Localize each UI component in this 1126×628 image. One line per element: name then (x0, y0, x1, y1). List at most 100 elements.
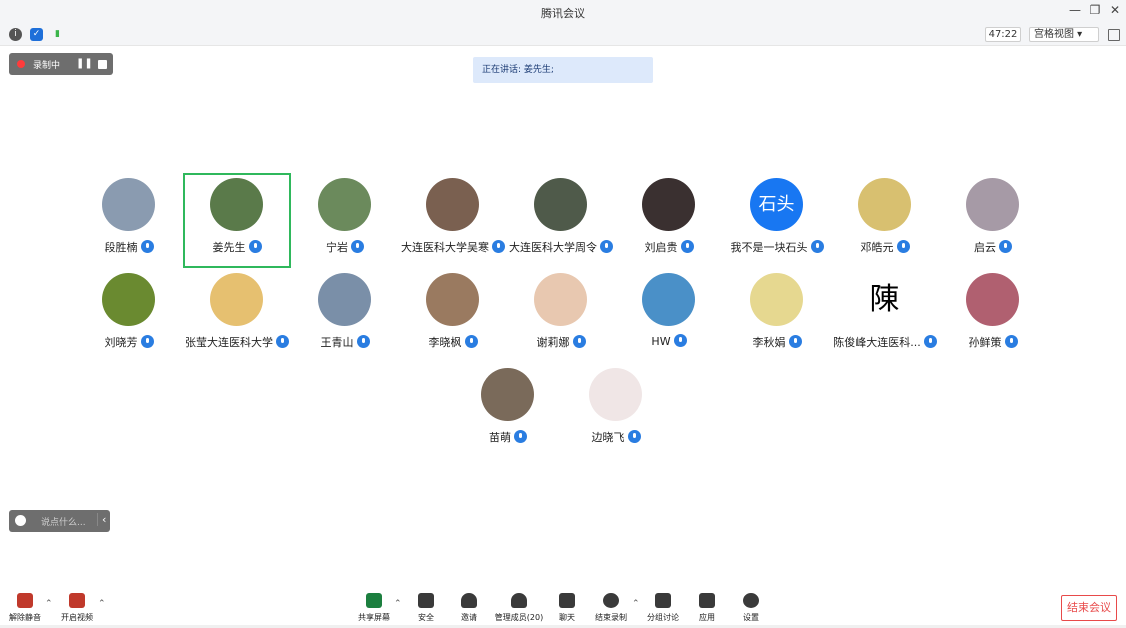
title-bar: 腾讯会议 — ❐ ✕ (0, 0, 1126, 24)
avatar (750, 273, 803, 326)
avatar (102, 273, 155, 326)
mic-icon (673, 334, 687, 347)
shield-icon[interactable]: ✓ (30, 28, 43, 41)
stop-recording-icon[interactable] (98, 60, 107, 69)
grid-view-button[interactable]: 宫格视图 ▾ (1029, 27, 1099, 42)
meeting-timer: 47:22 (985, 27, 1021, 42)
participant-name-text: 宁岩 (326, 241, 348, 254)
participant-tile[interactable]: 段胜楠 (75, 173, 183, 268)
video-options-caret[interactable]: ⌃ (98, 599, 106, 609)
mic-icon (276, 335, 289, 348)
participant-tile[interactable]: 陳陈俊峰大连医科... (831, 268, 939, 363)
participant-name-text: 王青山 (320, 336, 354, 349)
info-icon[interactable]: i (9, 28, 22, 41)
top-toolbar: i ✓ ▮ 47:22 宫格视图 ▾ (0, 24, 1126, 46)
collapse-chat-icon[interactable]: ‹ (97, 513, 106, 526)
avatar (426, 273, 479, 326)
participant-tile[interactable]: 李秋娟 (723, 268, 831, 363)
avatar (102, 178, 155, 231)
participant-name-text: 苗萌 (489, 431, 511, 444)
unmute-button[interactable]: 解除静音 (0, 593, 50, 623)
breakout-icon (655, 593, 671, 608)
recording-dot-icon (17, 60, 25, 68)
participant-tile[interactable]: HW (615, 268, 723, 363)
participant-tile[interactable]: 谢莉娜 (507, 268, 615, 363)
participant-name-text: HW (651, 335, 671, 348)
share-screen-button[interactable]: 共享屏幕 (349, 593, 399, 623)
mic-icon (600, 240, 613, 253)
participant-name-text: 段胜楠 (104, 241, 138, 254)
chat-button[interactable]: 聊天 (542, 593, 592, 623)
participant-name-text: 邓皓元 (860, 241, 894, 254)
mic-icon (356, 335, 370, 348)
manage-members-button[interactable]: 管理成员(20) (494, 593, 544, 623)
fullscreen-icon[interactable] (1108, 29, 1120, 41)
bottom-bar: 解除静音 ⌃ 开启视频 ⌃ 共享屏幕 ⌃ 安全 邀请 管理成员(20) 聊天 结… (0, 585, 1126, 628)
participant-name: 邓皓元 (831, 239, 939, 255)
invite-icon (461, 593, 477, 608)
avatar (534, 273, 587, 326)
minimize-icon[interactable]: — (1066, 3, 1084, 17)
participant-tile[interactable]: 姜先生 (183, 173, 291, 268)
avatar (966, 178, 1019, 231)
signal-icon[interactable]: ▮ (51, 28, 64, 41)
participant-tile[interactable]: 王青山 (291, 268, 399, 363)
participant-tile[interactable]: 孙鲜策 (939, 268, 1047, 363)
recording-label: 录制中 (33, 61, 61, 71)
emoji-icon[interactable] (15, 515, 26, 526)
end-recording-button[interactable]: 结束录制 (586, 593, 636, 623)
mic-icon (572, 335, 586, 348)
pause-recording-icon[interactable]: ❚❚ (76, 58, 93, 69)
participant-name: 陈俊峰大连医科... (831, 334, 939, 350)
participant-name-text: 李晓枫 (428, 336, 462, 349)
end-meeting-button[interactable]: 结束会议 (1061, 595, 1117, 621)
close-icon[interactable]: ✕ (1106, 3, 1124, 17)
members-icon (511, 593, 527, 608)
mic-muted-icon (17, 593, 33, 608)
invite-button[interactable]: 邀请 (444, 593, 494, 623)
participant-name-text: 姜先生 (212, 241, 246, 254)
participant-name-text: 李秋娟 (752, 336, 786, 349)
mic-icon (680, 240, 694, 253)
apps-icon (699, 593, 715, 608)
chat-input-bar[interactable]: 说点什么... ‹ (9, 510, 110, 532)
participant-name: 张莹大连医科大学 (183, 334, 291, 350)
settings-button[interactable]: 设置 (726, 593, 776, 623)
participant-tile[interactable]: 石头 我不是一块石头 (723, 173, 831, 268)
participant-name: 段胜楠 (75, 239, 183, 255)
avatar: 陳 (858, 273, 911, 326)
participant-tile[interactable]: 启云 (939, 173, 1047, 268)
participant-tile[interactable]: 刘启贵 (615, 173, 723, 268)
participant-name-text: 启云 (974, 241, 996, 254)
avatar (210, 178, 263, 231)
mic-icon (896, 240, 910, 253)
mic-icon (514, 430, 527, 443)
mic-icon (351, 240, 364, 253)
participant-tile[interactable]: 张莹大连医科大学 (183, 268, 291, 363)
avatar (642, 178, 695, 231)
participant-tile[interactable]: 边晓飞 (562, 363, 670, 458)
participant-tile[interactable]: 苗萌 (454, 363, 562, 458)
mic-icon (810, 240, 824, 253)
participant-tile[interactable]: 宁岩 (291, 173, 399, 268)
apps-button[interactable]: 应用 (682, 593, 732, 623)
gear-icon (743, 593, 759, 608)
participant-name: 我不是一块石头 (723, 239, 831, 255)
participant-name: 宁岩 (291, 239, 399, 255)
participant-name-text: 刘启贵 (644, 241, 678, 254)
participant-name-text: 大连医科大学周令 (509, 241, 597, 254)
participant-name-text: 我不是一块石头 (730, 241, 808, 254)
share-screen-icon (366, 593, 382, 608)
start-video-button[interactable]: 开启视频 (52, 593, 102, 623)
restore-icon[interactable]: ❐ (1086, 3, 1104, 17)
chat-placeholder: 说点什么... (41, 518, 86, 528)
security-icon (418, 593, 434, 608)
breakout-button[interactable]: 分组讨论 (638, 593, 688, 623)
participant-tile[interactable]: 刘晓芳 (75, 268, 183, 363)
mic-icon (999, 240, 1012, 253)
participant-tile[interactable]: 邓皓元 (831, 173, 939, 268)
participant-tile[interactable]: 大连医科大学周令 (507, 173, 615, 268)
participant-tile[interactable]: 大连医科大学吴寒 (399, 173, 507, 268)
participant-tile[interactable]: 李晓枫 (399, 268, 507, 363)
avatar (534, 178, 587, 231)
